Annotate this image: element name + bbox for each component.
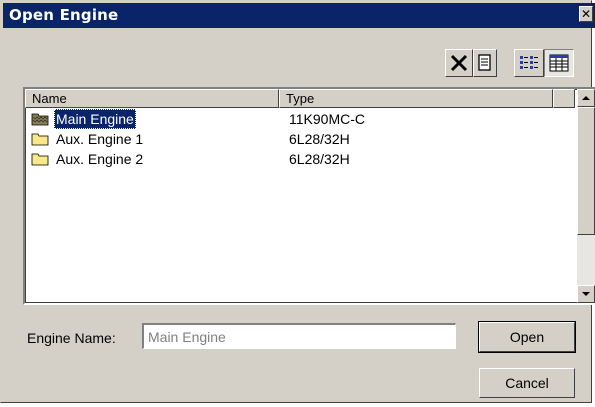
engine-list-inner: Name Type Main Engine 11K90MC-C Aux. Eng… (25, 89, 595, 303)
open-engine-dialog: Open Engine ✕ Name Type Main Engine 11K9… (0, 0, 595, 403)
scroll-up-button[interactable] (577, 89, 595, 107)
close-icon: ✕ (580, 7, 592, 21)
vertical-scrollbar[interactable] (577, 89, 595, 303)
list-view-button[interactable] (514, 49, 544, 77)
open-button[interactable]: Open (478, 321, 576, 353)
engine-name-cell: Main Engine (54, 109, 136, 129)
engine-name-cell: Aux. Engine 1 (56, 131, 144, 147)
column-header-blank (553, 89, 575, 108)
engine-name-field[interactable] (142, 323, 456, 349)
engine-list[interactable]: Name Type Main Engine 11K90MC-C Aux. Eng… (23, 87, 595, 305)
arrow-up-icon (582, 96, 590, 100)
folder-icon (31, 133, 49, 146)
details-view-icon (549, 54, 569, 72)
list-view-icon (520, 56, 538, 69)
engine-name-label: Engine Name: (27, 330, 116, 346)
close-button[interactable]: ✕ (579, 6, 593, 22)
details-view-button[interactable] (544, 49, 574, 77)
engine-name-cell: Aux. Engine 2 (56, 151, 144, 167)
engine-type-cell: 11K90MC-C (289, 111, 365, 127)
title-bar[interactable]: Open Engine (3, 3, 595, 28)
delete-button[interactable] (445, 49, 473, 77)
properties-icon (478, 54, 491, 71)
engine-type-cell: 6L28/32H (289, 151, 350, 167)
list-item[interactable]: Main Engine 11K90MC-C (29, 109, 569, 129)
scroll-down-button[interactable] (577, 285, 595, 303)
engine-type-cell: 6L28/32H (289, 131, 350, 147)
arrow-down-icon (582, 292, 590, 296)
delete-icon (450, 54, 468, 72)
list-item[interactable]: Aux. Engine 1 6L28/32H (29, 129, 569, 149)
properties-button[interactable] (473, 49, 497, 77)
engine-folder-icon (31, 113, 49, 126)
cancel-button[interactable]: Cancel (479, 368, 575, 398)
window-title: Open Engine (9, 6, 119, 24)
column-header-type[interactable]: Type (279, 89, 553, 108)
list-item[interactable]: Aux. Engine 2 6L28/32H (29, 149, 569, 169)
scrollbar-thumb[interactable] (577, 107, 595, 235)
folder-icon (31, 153, 49, 166)
column-header-name[interactable]: Name (25, 89, 279, 108)
